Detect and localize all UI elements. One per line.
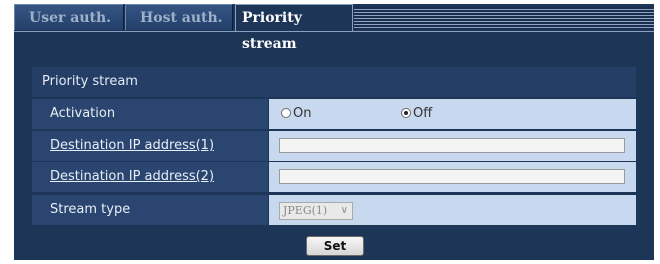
tab-user-auth[interactable]: User auth. [14,4,124,30]
destination-ip-2-label[interactable]: Destination IP address(2) [32,162,268,192]
destination-ip-1-label[interactable]: Destination IP address(1) [32,131,268,161]
activation-on-label: On [293,106,312,121]
stream-type-cell: JPEG(1) ∨ [269,195,636,225]
tab-divider [14,31,654,32]
chevron-down-icon: ∨ [340,205,348,216]
set-button[interactable]: Set [306,236,364,256]
activation-cell: On Off [269,99,636,129]
tab-host-auth[interactable]: Host auth. [125,4,233,30]
radio-unchecked-icon [281,108,291,118]
stream-type-label: Stream type [32,195,268,225]
activation-off-label: Off [413,106,433,121]
destination-ip-2-cell [269,162,636,192]
destination-ip-2-row: Destination IP address(2) [32,162,636,192]
section-header: Priority stream [32,67,636,97]
destination-ip-1-row: Destination IP address(1) [32,131,636,161]
tab-priority-stream[interactable]: Priority stream [235,4,353,52]
activation-row: Activation On Off [32,99,636,129]
settings-frame: User auth. Host auth. Priority stream Pr… [14,4,654,260]
destination-ip-1-input[interactable] [279,138,625,153]
stream-type-row: Stream type JPEG(1) ∨ [32,195,636,225]
activation-off-radio[interactable]: Off [401,107,432,121]
radio-checked-icon [401,108,411,118]
stream-type-select[interactable]: JPEG(1) ∨ [279,202,353,220]
activation-on-radio[interactable]: On [281,107,311,121]
tab-bar-stripes [354,7,654,29]
stream-type-value: JPEG(1) [283,204,328,217]
destination-ip-1-cell [269,131,636,161]
destination-ip-2-input[interactable] [279,169,625,184]
activation-label: Activation [32,99,268,129]
